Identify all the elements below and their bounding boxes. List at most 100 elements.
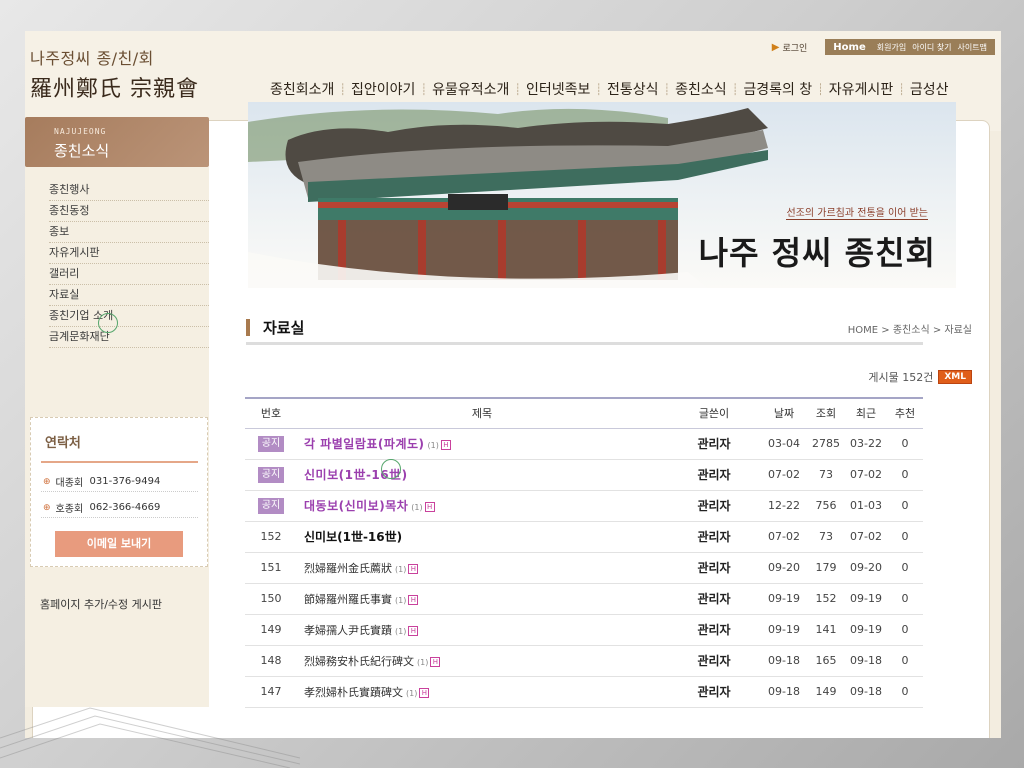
nav-item-genealogy[interactable]: 인터넷족보 [521,79,595,99]
nav-item-relics[interactable]: 유물유적소개 [427,79,514,99]
sidebar-item-archive[interactable]: 자료실 [49,285,209,306]
post-title-link[interactable]: 節婦羅州羅氏事實 [304,593,392,606]
table-row: 148 烈婦務安朴氏紀行碑文 (1) H 관리자 09-18 165 09-18 0 [245,645,923,677]
post-writer[interactable]: 관리자 [667,676,761,708]
login-link[interactable]: ▶ 로그인 [772,41,808,54]
post-date: 12-22 [761,490,807,522]
column-header-no: 번호 [245,397,297,429]
comment-count: (1) [417,657,429,667]
post-recommend: 0 [887,459,923,491]
post-recommend: 0 [887,490,923,522]
xml-rss-button[interactable]: XML [938,370,972,384]
nav-item-geumseongsan[interactable]: 금성산 [905,79,954,99]
post-writer[interactable]: 관리자 [667,521,761,553]
login-label: 로그인 [782,43,808,54]
sidebar-item-relatives-news[interactable]: 종친동정 [49,201,209,222]
post-writer[interactable]: 관리자 [667,490,761,522]
arrow-bullet-icon: ⊕ [43,502,51,513]
sidebar-item-free-board[interactable]: 자유게시판 [49,243,209,264]
click-highlight-marker [98,313,118,333]
column-header-date[interactable]: 날짜 [761,397,807,429]
post-writer[interactable]: 관리자 [667,614,761,646]
hero-banner: 선조의 가르침과 전통을 이어 받는 나주 정씨 종친회 [248,102,956,288]
title-accent-bar [246,319,250,336]
nav-item-news[interactable]: 종친소식 [670,79,732,99]
post-date: 09-20 [761,552,807,584]
nav-item-free-board[interactable]: 자유게시판 [824,79,898,99]
post-recent: 09-18 [845,676,887,708]
home-link[interactable]: Home [833,42,865,53]
arrow-bullet-icon: ⊕ [43,476,51,487]
post-writer[interactable]: 관리자 [667,645,761,677]
post-recommend: 0 [887,521,923,553]
post-views: 179 [807,552,845,584]
homepage-edit-board-link[interactable]: 홈페이지 추가/수정 게시판 [40,596,162,612]
find-id-link[interactable]: 아이디 찾기 [912,42,951,53]
post-recent: 09-19 [845,583,887,615]
post-number: 149 [245,614,297,646]
post-writer[interactable]: 관리자 [667,552,761,584]
post-recommend: 0 [887,428,923,460]
post-recommend: 0 [887,614,923,646]
nav-separator: ┊ [898,82,905,96]
comment-count: (1) [411,503,423,512]
nav-item-intro[interactable]: 종친회소개 [265,79,339,99]
post-title-link[interactable]: 孝婦孺人尹氏實蹟 [304,624,392,637]
post-writer[interactable]: 관리자 [667,583,761,615]
divider [41,517,198,518]
post-number: 150 [245,583,297,615]
sidebar-item-foundation[interactable]: 금계문화재단 [49,327,209,348]
post-writer[interactable]: 관리자 [667,459,761,491]
post-recommend: 0 [887,583,923,615]
post-views: 152 [807,583,845,615]
post-number: 148 [245,645,297,677]
post-date: 07-02 [761,521,807,553]
column-header-recent[interactable]: 최근 [845,397,887,429]
contact-phone: 062-366-4669 [89,502,161,513]
post-title-link[interactable]: 신미보(1世-16世) [304,530,402,544]
post-title-link[interactable]: 烈婦務安朴氏紀行碑文 [304,655,414,668]
page-title: 자료실 [246,317,304,338]
sidebar-item-newsletter[interactable]: 종보 [49,222,209,243]
post-views: 756 [807,490,845,522]
join-link[interactable]: 회원가입 [877,42,906,53]
nav-separator: ┊ [339,82,347,96]
h-icon: H [408,594,419,605]
banner-slogan: 선조의 가르침과 전통을 이어 받는 [786,204,928,220]
post-number: 152 [245,521,297,553]
post-title-link[interactable]: 烈婦羅州金氏薦狀 [304,562,392,575]
h-icon: H [408,563,419,574]
click-highlight-marker [381,459,401,479]
nav-separator: ┊ [817,82,824,96]
contact-row: ⊕ 대종회 031-376-9494 [43,474,160,489]
table-row: 공지 각 파별일람표(파계도) (1) H 관리자 03-04 2785 03-22… [245,428,923,460]
post-views: 165 [807,645,845,677]
post-views: 73 [807,459,845,491]
nav-item-family-story[interactable]: 집안이야기 [346,79,420,99]
post-views: 2785 [807,428,845,460]
nav-item-geumgyeong[interactable]: 금경록의 창 [738,79,817,99]
table-row: 150 節婦羅州羅氏事實 (1) H 관리자 09-19 152 09-19 0 [245,583,923,615]
site-logo-korean[interactable]: 나주정씨 종/친/회 [30,45,154,69]
sidebar-item-gallery[interactable]: 갤러리 [49,264,209,285]
send-email-button[interactable]: 이메일 보내기 [55,531,183,557]
nav-separator: ┊ [663,82,671,96]
post-count-text: 게시물 152건 [868,371,934,384]
site-logo-chinese[interactable]: 羅州鄭氏 宗親會 [30,71,199,103]
column-header-views[interactable]: 조회 [807,397,845,429]
post-title-link[interactable]: 孝烈婦朴氏實蹟碑文 [304,686,403,699]
sidebar-item-events[interactable]: 종친행사 [49,180,209,201]
nav-item-tradition[interactable]: 전통상식 [602,79,664,99]
post-title-link[interactable]: 대동보(신미보)목차 [304,499,408,513]
post-title-link[interactable]: 각 파별일람표(파계도) [304,437,425,451]
post-writer[interactable]: 관리자 [667,428,761,460]
post-date: 09-18 [761,645,807,677]
post-views: 141 [807,614,845,646]
comment-count: (1) [395,595,407,605]
sidebar-item-companies[interactable]: 종친기업 소개 [49,306,209,327]
sitemap-link[interactable]: 사이트맵 [958,42,987,53]
divider [41,491,198,492]
column-header-recommend[interactable]: 추천 [887,397,923,429]
nav-separator: ┊ [731,82,739,96]
table-row: 공지 대동보(신미보)목차 (1) H 관리자 12-22 756 01-03 0 [245,490,923,522]
